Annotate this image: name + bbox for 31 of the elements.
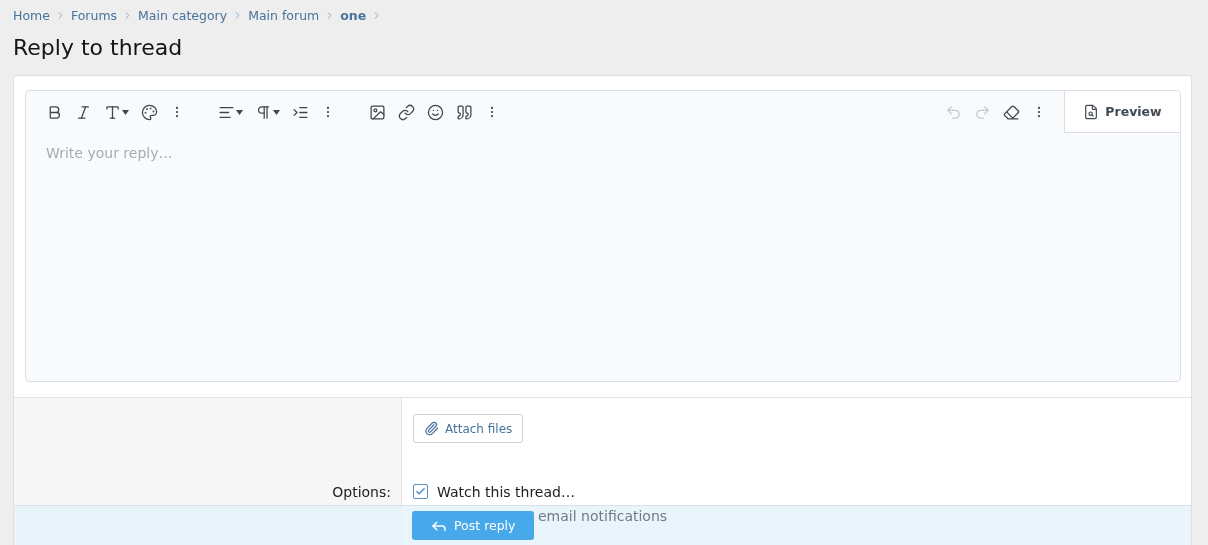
undo-icon bbox=[945, 103, 962, 121]
post-reply-button[interactable]: Post reply bbox=[412, 511, 534, 540]
preview-button[interactable]: Preview bbox=[1064, 91, 1180, 133]
breadcrumb-link[interactable]: Main forum bbox=[248, 8, 320, 23]
document-search-icon bbox=[1083, 103, 1100, 120]
italic-icon bbox=[75, 103, 92, 121]
caret-icon bbox=[273, 109, 280, 115]
options-label: Options: bbox=[332, 482, 391, 502]
quote-icon bbox=[456, 103, 473, 121]
pilcrow-icon bbox=[255, 103, 272, 121]
check-icon bbox=[415, 486, 426, 497]
page-title: Reply to thread bbox=[13, 34, 184, 62]
reply-editor[interactable]: Preview Write your reply… bbox=[25, 90, 1181, 382]
image-icon bbox=[369, 103, 386, 121]
breadcrumb-link[interactable]: Forums bbox=[70, 8, 118, 23]
attach-files-button[interactable]: Attach files bbox=[413, 414, 524, 443]
paperclip-icon bbox=[424, 421, 439, 436]
watch-option[interactable]: Watch this thread… bbox=[413, 481, 1180, 502]
redo-icon bbox=[974, 103, 991, 121]
eraser-icon bbox=[1003, 103, 1020, 121]
breadcrumb-link[interactable]: Main category bbox=[138, 8, 228, 23]
breadcrumb-link[interactable]: one bbox=[340, 8, 367, 23]
option-label: email notifications bbox=[538, 506, 668, 526]
palette-icon bbox=[141, 103, 158, 121]
smiley-icon bbox=[427, 103, 444, 121]
breadcrumb-link[interactable]: Home bbox=[13, 8, 50, 23]
caret-icon bbox=[122, 109, 129, 115]
caret-icon bbox=[236, 109, 243, 115]
link-icon bbox=[398, 103, 415, 121]
text-size-icon bbox=[104, 103, 121, 121]
checkbox[interactable] bbox=[413, 484, 428, 499]
